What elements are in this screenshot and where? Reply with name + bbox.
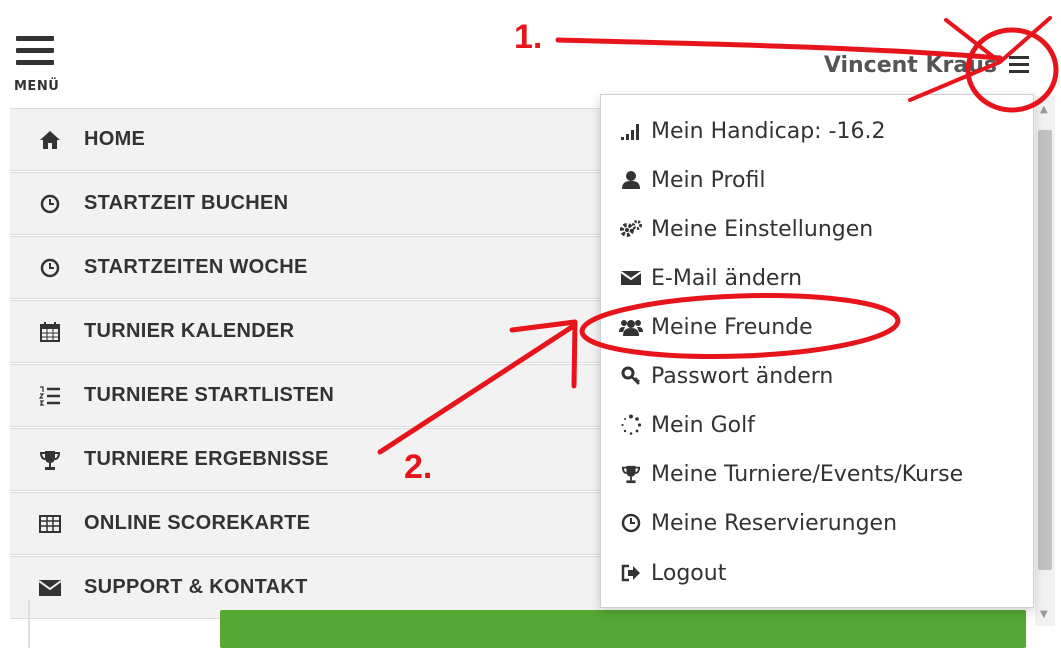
dropdown-item-einstellungen[interactable]: Meine Einstellungen [619,213,873,245]
hamburger-bar [16,48,54,53]
dropdown-item-turniere[interactable]: Meine Turniere/Events/Kurse [619,458,963,490]
sidebar-item-turniere-ergebnisse[interactable]: TURNIERE ERGEBNISSE [10,428,600,491]
dropdown-item-profil[interactable]: Mein Profil [619,164,765,196]
dropdown-item-label: Meine Turniere/Events/Kurse [651,461,964,487]
list-ordered-icon [36,384,64,408]
calendar-icon [36,320,64,344]
sidebar-item-home[interactable]: HOME [10,108,600,171]
trophy-icon [619,463,643,485]
sidebar-item-label: ONLINE SCOREKARTE [84,512,311,534]
user-name: Vincent Kraus [823,52,997,78]
trophy-icon [36,448,64,472]
scroll-up-icon[interactable]: ▲ [1040,104,1048,115]
sign-out-icon [619,562,643,584]
dropdown-item-label: Mein Handicap: -16.2 [651,118,886,144]
sidebar-nav: HOME STARTZEIT BUCHEN STARTZEITEN WOCHE … [10,108,600,620]
gears-icon [619,218,643,240]
content-divider [28,600,30,648]
spinner-icon [619,414,643,436]
sidebar-item-label: STARTZEITEN WOCHE [84,256,308,278]
dropdown-item-label: Mein Profil [651,167,766,193]
page-scrollbar[interactable]: ▲ ▼ [1035,96,1055,626]
user-icon [619,169,643,191]
dropdown-item-label: Meine Einstellungen [651,216,874,242]
sidebar-item-startzeit-buchen[interactable]: STARTZEIT BUCHEN [10,172,600,235]
sidebar-item-label: TURNIER KALENDER [84,320,295,342]
envelope-icon [36,576,64,600]
background-green-button[interactable] [220,610,1026,648]
dropdown-item-label: E-Mail ändern [651,265,803,291]
sidebar-item-turnier-kalender[interactable]: TURNIER KALENDER [10,300,600,363]
signal-bars-icon [619,120,643,142]
clock-icon [36,256,64,280]
dropdown-item-logout[interactable]: Logout [619,557,726,589]
users-icon [619,316,643,338]
dropdown-item-golf[interactable]: Mein Golf [619,409,755,441]
dropdown-item-label: Mein Golf [651,412,755,438]
dropdown-item-email[interactable]: E-Mail ändern [619,262,802,294]
home-icon [36,128,64,152]
sidebar-item-label: TURNIERE ERGEBNISSE [84,448,329,470]
sidebar-item-startzeiten-woche[interactable]: STARTZEITEN WOCHE [10,236,600,299]
sidebar-item-online-scorekarte[interactable]: ONLINE SCOREKARTE [10,492,600,555]
annotation-step-1: 1. [514,18,543,56]
dropdown-item-label: Meine Reservierungen [651,510,898,536]
sidebar-item-turniere-startlisten[interactable]: TURNIERE STARTLISTEN [10,364,600,427]
sidebar-item-label: SUPPORT & KONTAKT [84,576,308,598]
dropdown-item-label: Meine Freunde [651,314,813,340]
user-dropdown-menu: Mein Handicap: -16.2 Mein Profil Meine E… [600,94,1034,608]
dropdown-item-label: Passwort ändern [651,363,834,389]
key-icon [619,365,643,387]
scroll-down-icon[interactable]: ▼ [1040,609,1048,620]
user-menu-toggle[interactable]: Vincent Kraus [824,48,1031,82]
user-menu-icon[interactable] [1009,56,1031,74]
sidebar-item-label: STARTZEIT BUCHEN [84,192,289,214]
sidebar-item-label: HOME [84,128,146,150]
dropdown-item-passwort[interactable]: Passwort ändern [619,360,833,392]
clock-icon [36,192,64,216]
clock-icon [619,512,643,534]
annotation-step-2: 2. [404,448,433,486]
dropdown-item-handicap[interactable]: Mein Handicap: -16.2 [619,115,885,147]
hamburger-bar [16,60,54,65]
dropdown-item-freunde[interactable]: Meine Freunde [619,311,813,343]
dropdown-item-label: Logout [651,560,727,586]
main-menu-toggle[interactable]: MENÜ [14,36,60,94]
menu-label: MENÜ [14,79,60,94]
dropdown-item-reservierungen[interactable]: Meine Reservierungen [619,507,897,539]
table-icon [36,512,64,536]
envelope-icon [619,267,643,289]
sidebar-item-label: TURNIERE STARTLISTEN [84,384,335,406]
scrollbar-thumb[interactable] [1038,130,1052,570]
hamburger-icon [16,36,54,41]
